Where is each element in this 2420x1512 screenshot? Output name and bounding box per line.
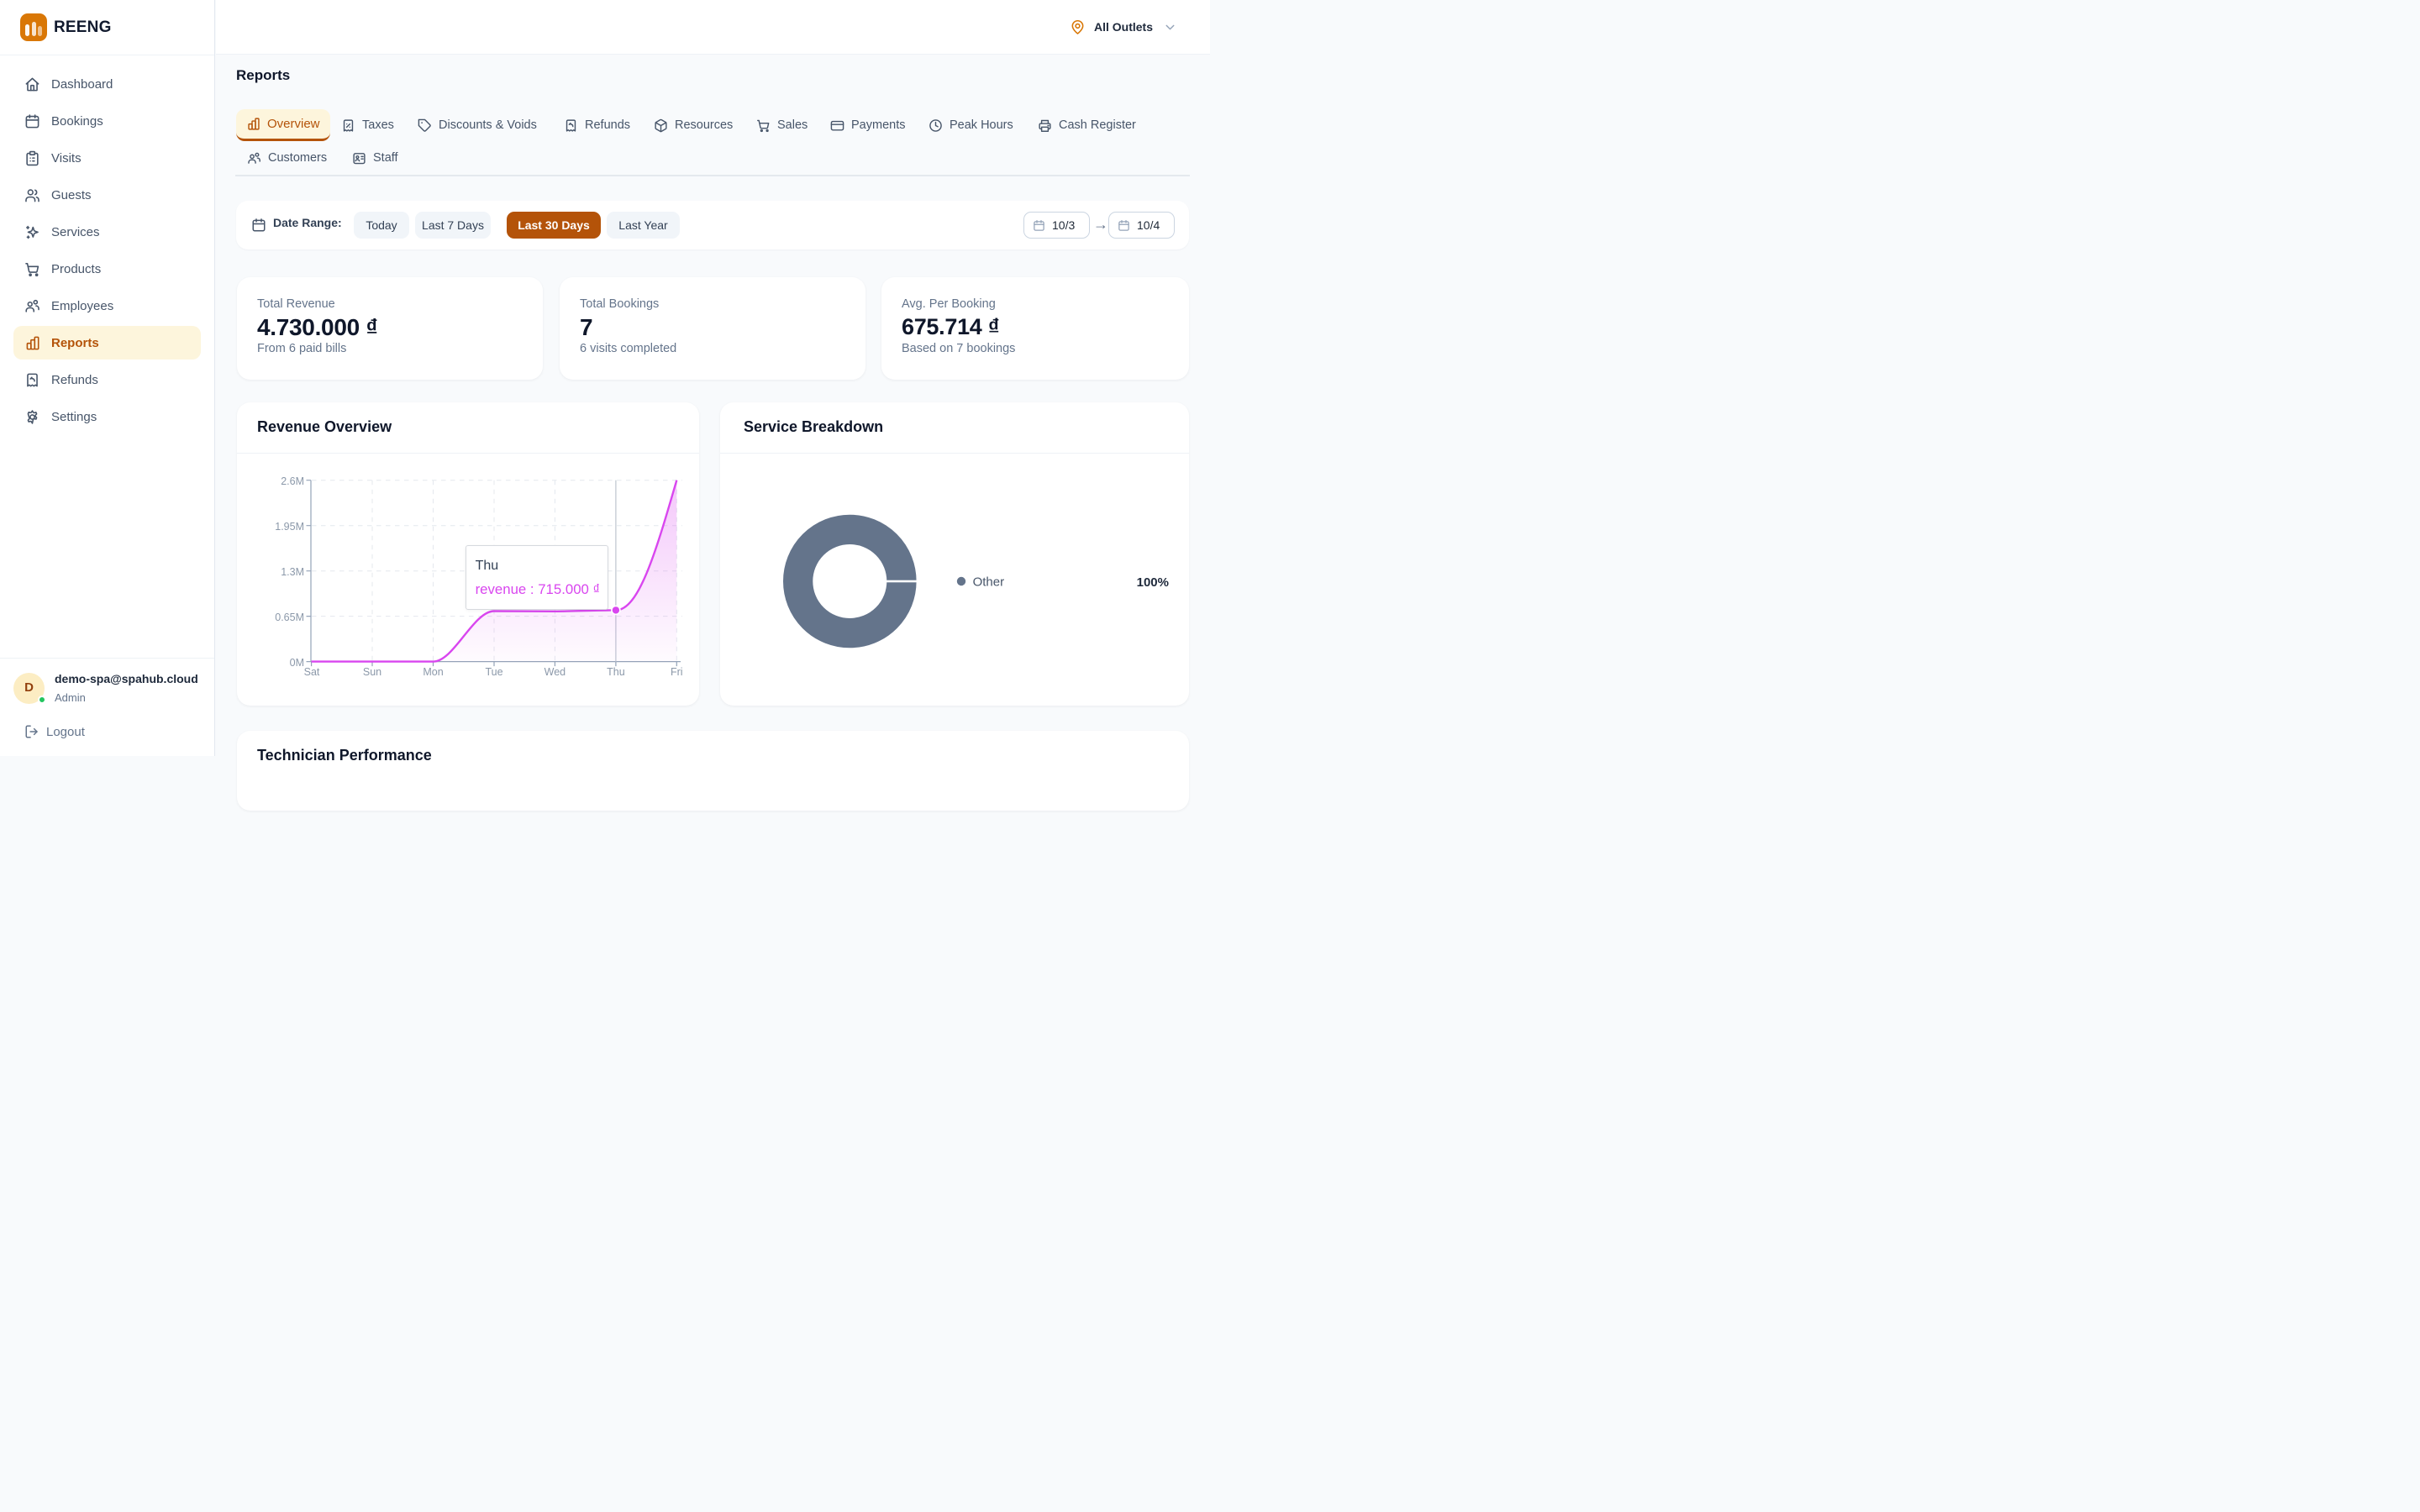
svg-text:0M: 0M <box>290 657 304 669</box>
svg-text:2.6M: 2.6M <box>281 475 304 487</box>
svg-text:Mon: Mon <box>423 666 443 678</box>
svg-text:Thu: Thu <box>607 666 625 678</box>
svg-text:Sun: Sun <box>363 666 381 678</box>
svg-text:1.3M: 1.3M <box>281 566 304 578</box>
svg-text:Fri: Fri <box>671 666 683 678</box>
svg-text:Wed: Wed <box>544 666 566 678</box>
svg-text:Other: Other <box>973 575 1005 590</box>
svg-text:0.65M: 0.65M <box>275 612 304 623</box>
svg-text:1.95M: 1.95M <box>275 521 304 533</box>
svg-text:100%: 100% <box>1137 575 1169 590</box>
svg-text:Tue: Tue <box>485 666 502 678</box>
svg-text:Sat: Sat <box>304 666 320 678</box>
